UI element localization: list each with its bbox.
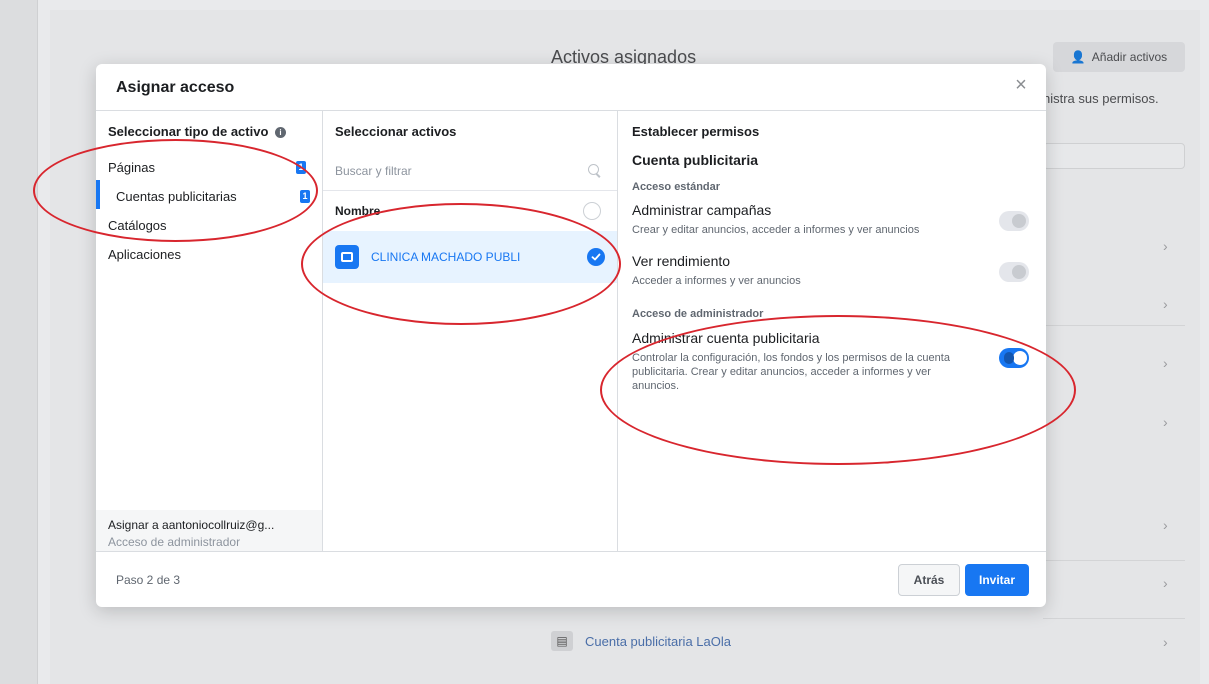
add-assets-label: Añadir activos (1091, 50, 1168, 64)
select-all-checkbox[interactable] (583, 202, 601, 220)
assignee-role: Acceso de administrador (108, 535, 241, 549)
manage-ad-account-toggle[interactable] (999, 348, 1029, 368)
ad-account-icon: ▤ (551, 631, 573, 651)
background-search-input[interactable] (1043, 143, 1185, 169)
ad-account-icon (335, 245, 359, 269)
count-badge: 1 (300, 190, 310, 203)
permission-name: Ver rendimiento (632, 253, 731, 269)
permissions-heading: Establecer permisos (632, 124, 760, 139)
people-icon: 👤 (1070, 50, 1086, 64)
view-performance-toggle[interactable] (999, 262, 1029, 282)
asset-type-label: Páginas (108, 160, 155, 175)
left-rail (0, 0, 38, 684)
asset-list-item[interactable]: CLINICA MACHADO PUBLI (323, 231, 617, 283)
background-description: nistra sus permisos. (1043, 91, 1159, 106)
asset-type-apps[interactable]: Aplicaciones (96, 238, 322, 267)
asset-type-ad-accounts[interactable]: Cuentas publicitarias 1 (96, 180, 322, 209)
divider (1043, 325, 1185, 326)
checkmark-icon[interactable] (587, 248, 605, 266)
permissions-section-title: Cuenta publicitaria (632, 152, 759, 168)
modal-title: Asignar acceso (116, 79, 235, 96)
permission-name: Administrar cuenta publicitaria (632, 330, 820, 346)
background-asset-row[interactable]: ▤ Cuenta publicitaria LaOla (551, 631, 731, 651)
step-indicator: Paso 2 de 3 (116, 573, 181, 587)
standard-access-title: Acceso estándar (632, 181, 721, 193)
add-assets-button[interactable]: 👤 Añadir activos (1053, 42, 1185, 72)
divider (1043, 618, 1185, 619)
assignee-summary: Asignar a aantoniocollruiz@g... Acceso d… (96, 510, 322, 551)
close-icon[interactable]: × (1010, 74, 1032, 96)
chevron-right-icon[interactable]: › (1163, 575, 1168, 591)
asset-type-catalogs[interactable]: Catálogos (96, 209, 322, 238)
count-badge: 1 (296, 161, 306, 174)
asset-type-column: Seleccionar tipo de activo i Páginas 1 C… (96, 111, 323, 551)
permissions-column: Establecer permisos Cuenta publicitaria … (618, 111, 1046, 551)
search-input[interactable] (335, 163, 535, 178)
permission-description: Acceder a informes y ver anuncios (632, 275, 801, 287)
asset-list-header: Nombre (323, 191, 617, 231)
admin-access-title: Acceso de administrador (632, 308, 764, 320)
permission-manage-ad-account: Administrar cuenta publicitaria Controla… (618, 330, 1046, 393)
asset-type-heading-label: Seleccionar tipo de activo (108, 124, 269, 139)
name-column-label: Nombre (335, 204, 381, 218)
asset-search (323, 151, 617, 191)
select-assets-heading: Seleccionar activos (335, 124, 457, 139)
chevron-right-icon[interactable]: › (1163, 296, 1168, 312)
permission-description: Controlar la configuración, los fondos y… (632, 352, 950, 392)
modal-footer: Paso 2 de 3 Atrás Invitar (96, 551, 1046, 607)
permission-manage-campaigns: Administrar campañas Crear y editar anun… (618, 202, 1046, 237)
assign-access-modal: Asignar acceso × Seleccionar tipo de act… (96, 64, 1046, 607)
modal-header: Asignar acceso × (96, 64, 1046, 111)
select-assets-column: Seleccionar activos Nombre CLINICA MACHA… (323, 111, 618, 551)
invite-button[interactable]: Invitar (965, 564, 1029, 596)
chevron-right-icon[interactable]: › (1163, 517, 1168, 533)
permission-name: Administrar campañas (632, 202, 772, 218)
search-icon (588, 164, 601, 177)
chevron-right-icon[interactable]: › (1163, 238, 1168, 254)
asset-type-label: Cuentas publicitarias (116, 189, 237, 204)
asset-name: CLINICA MACHADO PUBLI (371, 250, 521, 264)
chevron-right-icon[interactable]: › (1163, 355, 1168, 371)
asset-type-heading: Seleccionar tipo de activo i (96, 111, 322, 151)
asset-type-label: Catálogos (108, 218, 167, 233)
asset-type-label: Aplicaciones (108, 247, 181, 262)
permission-description: Crear y editar anuncios, acceder a infor… (632, 224, 920, 236)
manage-campaigns-toggle[interactable] (999, 211, 1029, 231)
back-button[interactable]: Atrás (898, 564, 960, 596)
chevron-right-icon[interactable]: › (1163, 414, 1168, 430)
info-icon[interactable]: i (275, 127, 287, 139)
assignee-email: Asignar a aantoniocollruiz@g... (108, 518, 275, 532)
asset-type-pages[interactable]: Páginas 1 (96, 151, 322, 180)
background-asset-label: Cuenta publicitaria LaOla (585, 633, 731, 649)
chevron-right-icon[interactable]: › (1163, 634, 1168, 650)
permission-view-performance: Ver rendimiento Acceder a informes y ver… (618, 253, 1046, 288)
divider (1043, 560, 1185, 561)
